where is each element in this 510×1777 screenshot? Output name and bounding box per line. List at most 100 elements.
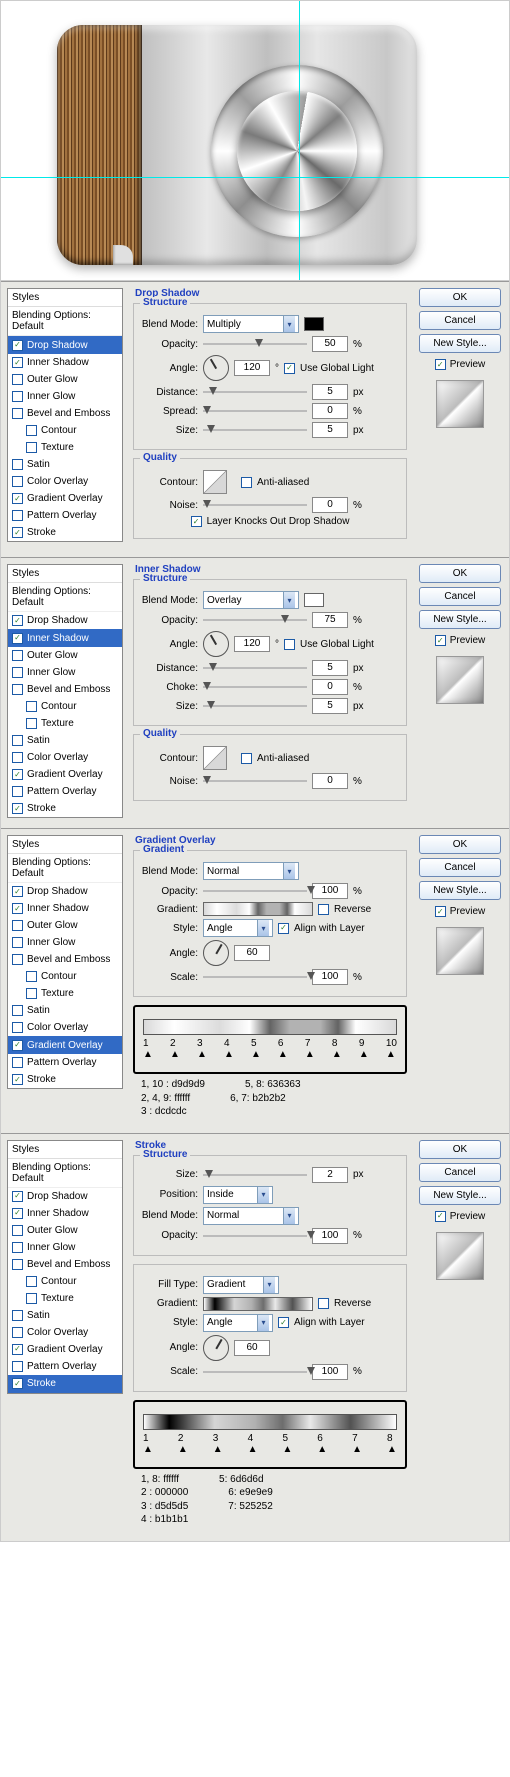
checkbox[interactable]: ✓ — [191, 516, 202, 527]
checkbox[interactable]: ✓ — [12, 357, 23, 368]
style-item-oglow[interactable]: Outer Glow — [8, 647, 122, 664]
style-item-stroke[interactable]: ✓Stroke — [8, 524, 122, 541]
style-item-stroke[interactable]: ✓Stroke — [8, 800, 122, 817]
checkbox[interactable] — [284, 639, 295, 650]
value-input[interactable]: 100 — [312, 883, 348, 899]
value-input[interactable]: 5 — [312, 384, 348, 400]
styles-header[interactable]: Styles — [8, 1141, 122, 1159]
value-input[interactable]: 5 — [312, 660, 348, 676]
style-item-drop[interactable]: ✓Drop Shadow — [8, 612, 122, 629]
checkbox[interactable]: ✓ — [284, 363, 295, 374]
checkbox[interactable] — [12, 937, 23, 948]
gradient-strip[interactable] — [143, 1019, 397, 1035]
style-item-pov[interactable]: Pattern Overlay — [8, 1054, 122, 1071]
ok-button[interactable]: OK — [419, 288, 501, 307]
checkbox[interactable]: ✓ — [12, 886, 23, 897]
checkbox[interactable] — [12, 920, 23, 931]
blending-options[interactable]: Blending Options: Default — [8, 854, 122, 883]
style-item-satin[interactable]: Satin — [8, 1002, 122, 1019]
checkbox[interactable]: ✓ — [12, 769, 23, 780]
checkbox[interactable]: ✓ — [12, 803, 23, 814]
checkbox[interactable]: ✓ — [12, 1208, 23, 1219]
style-item-gov[interactable]: ✓Gradient Overlay — [8, 1341, 122, 1358]
checkbox[interactable] — [12, 510, 23, 521]
style-item-cov[interactable]: Color Overlay — [8, 1019, 122, 1036]
checkbox[interactable]: ✓ — [12, 527, 23, 538]
checkbox[interactable]: ✓ — [278, 923, 289, 934]
gradient-editor[interactable]: 1▲2▲3▲4▲5▲6▲7▲8▲ — [133, 1400, 407, 1469]
chevron-down-icon[interactable] — [257, 1187, 269, 1203]
checkbox[interactable]: ✓ — [278, 1317, 289, 1328]
angle-dial[interactable] — [203, 1335, 229, 1361]
style-item-contour[interactable]: Contour — [8, 422, 122, 439]
style-item-texture[interactable]: Texture — [8, 1290, 122, 1307]
slider[interactable] — [203, 499, 307, 511]
style-item-bevel[interactable]: Bevel and Emboss — [8, 1256, 122, 1273]
new-style-button[interactable]: New Style... — [419, 1186, 501, 1205]
chevron-down-icon[interactable] — [283, 863, 295, 879]
checkbox[interactable]: ✓ — [12, 1378, 23, 1389]
style-item-drop[interactable]: ✓Drop Shadow — [8, 883, 122, 900]
checkbox[interactable] — [26, 1293, 37, 1304]
checkbox[interactable]: ✓ — [12, 903, 23, 914]
checkbox[interactable] — [26, 971, 37, 982]
dropdown[interactable]: Angle — [203, 919, 273, 937]
styles-header[interactable]: Styles — [8, 289, 122, 307]
checkbox[interactable] — [12, 1057, 23, 1068]
checkbox[interactable]: ✓ — [12, 1074, 23, 1085]
preview-toggle[interactable]: ✓Preview — [435, 635, 486, 646]
style-item-gov[interactable]: ✓Gradient Overlay — [8, 766, 122, 783]
new-style-button[interactable]: New Style... — [419, 881, 501, 900]
value-input[interactable]: 60 — [234, 1340, 270, 1356]
slider[interactable] — [203, 386, 307, 398]
styles-header[interactable]: Styles — [8, 836, 122, 854]
style-item-cov[interactable]: Color Overlay — [8, 473, 122, 490]
style-item-drop[interactable]: ✓Drop Shadow — [8, 336, 122, 354]
style-item-texture[interactable]: Texture — [8, 439, 122, 456]
dropdown[interactable]: Angle — [203, 1314, 273, 1332]
checkbox[interactable]: ✓ — [12, 340, 23, 351]
slider[interactable] — [203, 681, 307, 693]
checkbox[interactable] — [12, 374, 23, 385]
checkbox[interactable] — [318, 1298, 329, 1309]
color-swatch[interactable] — [304, 317, 324, 331]
value-input[interactable]: 2 — [312, 1167, 348, 1183]
style-item-cov[interactable]: Color Overlay — [8, 1324, 122, 1341]
style-item-pov[interactable]: Pattern Overlay — [8, 783, 122, 800]
slider[interactable] — [203, 614, 307, 626]
checkbox[interactable] — [26, 701, 37, 712]
checkbox[interactable]: ✓ — [435, 635, 446, 646]
style-item-texture[interactable]: Texture — [8, 715, 122, 732]
checkbox[interactable] — [12, 1225, 23, 1236]
slider[interactable] — [203, 700, 307, 712]
checkbox[interactable]: ✓ — [12, 1191, 23, 1202]
style-item-pov[interactable]: Pattern Overlay — [8, 507, 122, 524]
color-swatch[interactable] — [304, 593, 324, 607]
gradient-stops[interactable]: 1▲2▲3▲4▲5▲6▲7▲8▲ — [143, 1433, 397, 1455]
checkbox[interactable] — [12, 684, 23, 695]
checkbox[interactable] — [12, 1327, 23, 1338]
value-input[interactable]: 120 — [234, 636, 270, 652]
checkbox[interactable] — [12, 752, 23, 763]
style-item-iglow[interactable]: Inner Glow — [8, 664, 122, 681]
slider[interactable] — [203, 885, 307, 897]
checkbox[interactable] — [12, 1361, 23, 1372]
style-item-cov[interactable]: Color Overlay — [8, 749, 122, 766]
style-item-inner[interactable]: ✓Inner Shadow — [8, 354, 122, 371]
preview-toggle[interactable]: ✓Preview — [435, 1211, 486, 1222]
value-input[interactable]: 0 — [312, 403, 348, 419]
style-item-satin[interactable]: Satin — [8, 732, 122, 749]
checkbox[interactable] — [241, 477, 252, 488]
checkbox[interactable]: ✓ — [12, 633, 23, 644]
checkbox[interactable]: ✓ — [12, 1040, 23, 1051]
checkbox[interactable] — [12, 408, 23, 419]
checkbox[interactable] — [12, 459, 23, 470]
dropdown[interactable]: Multiply — [203, 315, 299, 333]
value-input[interactable]: 0 — [312, 679, 348, 695]
style-item-inner[interactable]: ✓Inner Shadow — [8, 1205, 122, 1222]
style-item-inner[interactable]: ✓Inner Shadow — [8, 629, 122, 647]
slider[interactable] — [203, 424, 307, 436]
style-item-stroke[interactable]: ✓Stroke — [8, 1071, 122, 1088]
value-input[interactable]: 0 — [312, 773, 348, 789]
ok-button[interactable]: OK — [419, 835, 501, 854]
